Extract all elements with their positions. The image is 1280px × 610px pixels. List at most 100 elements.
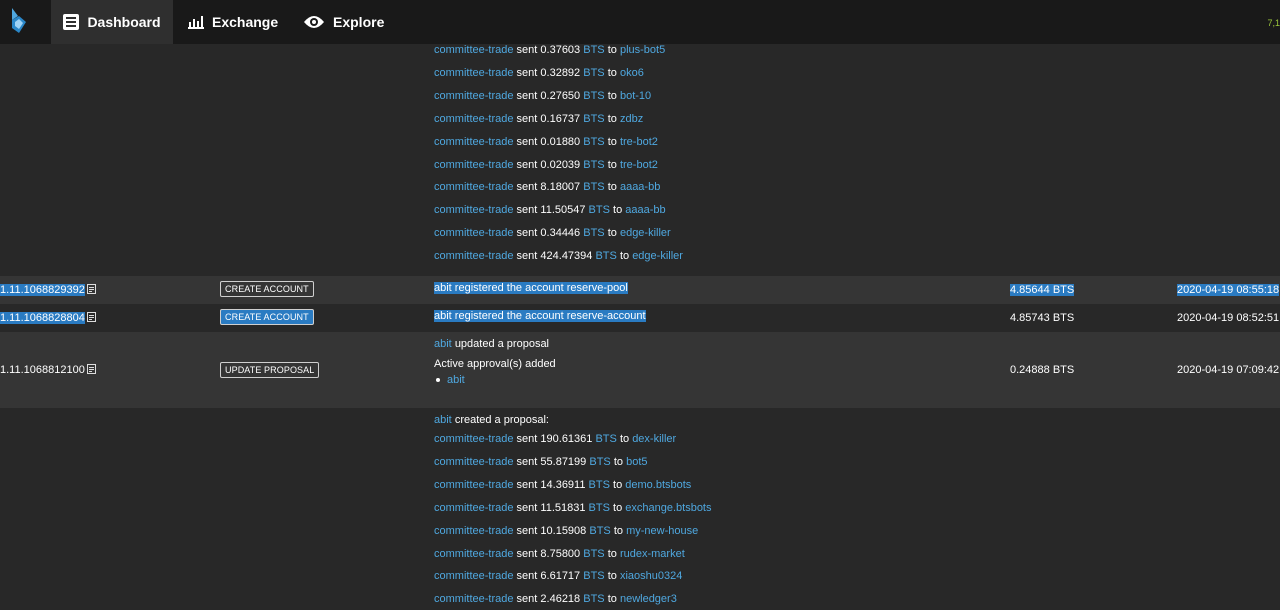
transfer-amount: 8.18007 bbox=[540, 181, 581, 194]
sender-account-link[interactable]: committee-trade bbox=[434, 159, 513, 171]
transfer-amount: 55.87199 bbox=[540, 455, 587, 468]
operation-row: 1.11.1068829392 CREATE ACCOUNT abit regi… bbox=[0, 276, 1280, 304]
recipient-account-link[interactable]: rudex-market bbox=[620, 548, 685, 560]
sender-account-link[interactable]: committee-trade bbox=[434, 570, 513, 582]
recipient-account-link[interactable]: plus-bot5 bbox=[620, 44, 665, 56]
operation-time: 2020-04-19 08:55:18 bbox=[1177, 284, 1280, 296]
sender-account-link[interactable]: committee-trade bbox=[434, 593, 513, 605]
dashboard-icon bbox=[63, 14, 80, 30]
recipient-account-link[interactable]: oko6 bbox=[620, 67, 644, 79]
document-icon[interactable] bbox=[86, 284, 96, 297]
transfer-to-word: to bbox=[607, 181, 617, 194]
sender-account-link[interactable]: committee-trade bbox=[434, 44, 513, 56]
asset-link[interactable]: BTS bbox=[583, 90, 604, 102]
bitshares-logo[interactable] bbox=[0, 0, 38, 44]
recipient-account-link[interactable]: exchange.btsbots bbox=[625, 502, 711, 514]
recipient-account-link[interactable]: tre-bot2 bbox=[620, 159, 658, 171]
sender-account-link[interactable]: committee-trade bbox=[434, 181, 513, 193]
recipient-account-link[interactable]: newledger3 bbox=[620, 593, 677, 605]
transfer-line: committee-trade sent 2.46218 BTS to newl… bbox=[434, 593, 677, 607]
asset-link[interactable]: BTS bbox=[583, 593, 604, 605]
asset-link[interactable]: BTS bbox=[589, 502, 610, 514]
document-icon[interactable] bbox=[86, 364, 96, 377]
transfer-amount: 0.01880 bbox=[540, 135, 581, 148]
recipient-account-link[interactable]: edge-killer bbox=[632, 250, 683, 262]
transfer-to-word: to bbox=[607, 89, 617, 102]
account-link[interactable]: abit bbox=[434, 414, 452, 426]
transfer-line: committee-trade sent 10.15908 BTS to my-… bbox=[434, 525, 698, 539]
sender-account-link[interactable]: committee-trade bbox=[434, 548, 513, 560]
asset-link[interactable]: BTS bbox=[595, 433, 616, 445]
transfer-line: committee-trade sent 8.18007 BTS to aaaa… bbox=[434, 181, 660, 195]
sender-account-link[interactable]: committee-trade bbox=[434, 113, 513, 125]
transfer-verb: sent bbox=[516, 204, 538, 217]
account-link[interactable]: abit bbox=[447, 374, 465, 386]
transfer-to-word: to bbox=[607, 593, 617, 606]
asset-link[interactable]: BTS bbox=[589, 525, 610, 537]
sender-account-link[interactable]: committee-trade bbox=[434, 136, 513, 148]
operation-subheading: Active approval(s) added bbox=[434, 358, 556, 370]
asset-link[interactable]: BTS bbox=[583, 181, 604, 193]
transfer-verb: sent bbox=[516, 524, 538, 537]
sender-account-link[interactable]: committee-trade bbox=[434, 204, 513, 216]
asset-link[interactable]: BTS bbox=[583, 159, 604, 171]
transfer-verb: sent bbox=[516, 89, 538, 102]
recipient-account-link[interactable]: my-new-house bbox=[626, 525, 698, 537]
recipient-account-link[interactable]: xiaoshu0324 bbox=[620, 570, 682, 582]
asset-link[interactable]: BTS bbox=[589, 479, 610, 491]
tab-explore[interactable]: Explore bbox=[303, 0, 384, 44]
asset-link[interactable]: BTS bbox=[583, 227, 604, 239]
proposal-operations-bottom: abit created a proposal: committee-trade… bbox=[0, 408, 1280, 610]
asset-link[interactable]: BTS bbox=[583, 113, 604, 125]
sender-account-link[interactable]: committee-trade bbox=[434, 479, 513, 491]
sender-account-link[interactable]: committee-trade bbox=[434, 433, 513, 445]
document-icon[interactable] bbox=[86, 312, 96, 325]
operation-id[interactable]: 1.11.1068828804 bbox=[0, 312, 96, 325]
transfer-to-word: to bbox=[619, 433, 630, 445]
sender-account-link[interactable]: committee-trade bbox=[434, 250, 513, 262]
sender-account-link[interactable]: committee-trade bbox=[434, 502, 513, 514]
tab-dashboard[interactable]: Dashboard bbox=[51, 0, 173, 44]
proposal-header: abit created a proposal: bbox=[434, 414, 549, 426]
asset-link[interactable]: BTS bbox=[589, 204, 610, 216]
asset-link[interactable]: BTS bbox=[583, 548, 604, 560]
asset-link[interactable]: BTS bbox=[595, 250, 616, 262]
sender-account-link[interactable]: committee-trade bbox=[434, 227, 513, 239]
asset-link[interactable]: BTS bbox=[583, 570, 604, 582]
transfer-to-word: to bbox=[607, 227, 617, 240]
operation-id[interactable]: 1.11.1068812100 bbox=[0, 364, 96, 377]
asset-link[interactable]: BTS bbox=[583, 44, 604, 56]
operation-id[interactable]: 1.11.1068829392 bbox=[0, 284, 96, 297]
recipient-account-link[interactable]: dex-killer bbox=[632, 433, 676, 445]
transfer-amount: 0.02039 bbox=[540, 158, 581, 171]
account-link[interactable]: abit bbox=[434, 338, 452, 350]
sender-account-link[interactable]: committee-trade bbox=[434, 67, 513, 79]
transfer-line: committee-trade sent 0.32892 BTS to oko6 bbox=[434, 67, 644, 81]
asset-link[interactable]: BTS bbox=[583, 67, 604, 79]
recipient-account-link[interactable]: tre-bot2 bbox=[620, 136, 658, 148]
recipient-account-link[interactable]: aaaa-bb bbox=[625, 204, 665, 216]
transfer-verb: sent bbox=[516, 593, 538, 606]
sender-account-link[interactable]: committee-trade bbox=[434, 525, 513, 537]
recipient-account-link[interactable]: bot5 bbox=[626, 456, 647, 468]
recipient-account-link[interactable]: zdbz bbox=[620, 113, 643, 125]
transfer-verb: sent bbox=[516, 250, 538, 263]
sender-account-link[interactable]: committee-trade bbox=[434, 456, 513, 468]
recipient-account-link[interactable]: edge-killer bbox=[620, 227, 671, 239]
asset-link[interactable]: BTS bbox=[589, 456, 610, 468]
eye-icon bbox=[303, 15, 325, 29]
asset-link[interactable]: BTS bbox=[583, 136, 604, 148]
operation-description: abit registered the account reserve-pool bbox=[434, 282, 628, 294]
sender-account-link[interactable]: committee-trade bbox=[434, 90, 513, 102]
transfer-to-word: to bbox=[619, 250, 630, 263]
recipient-account-link[interactable]: aaaa-bb bbox=[620, 181, 660, 193]
top-navigation-bar: Dashboard Exchange Explore 7,1 bbox=[0, 0, 1280, 44]
recipient-account-link[interactable]: demo.btsbots bbox=[625, 479, 691, 491]
recipient-account-link[interactable]: bot-10 bbox=[620, 90, 651, 102]
transfer-amount: 6.61717 bbox=[540, 570, 581, 583]
proposal-operations-top: committee-trade sent 0.37603 BTS to plus… bbox=[0, 44, 1280, 276]
tab-exchange[interactable]: Exchange bbox=[188, 0, 278, 44]
transfer-verb: sent bbox=[516, 66, 538, 79]
operation-type-badge: CREATE ACCOUNT bbox=[220, 281, 314, 297]
operation-row: 1.11.1068828804 CREATE ACCOUNT abit regi… bbox=[0, 304, 1280, 332]
